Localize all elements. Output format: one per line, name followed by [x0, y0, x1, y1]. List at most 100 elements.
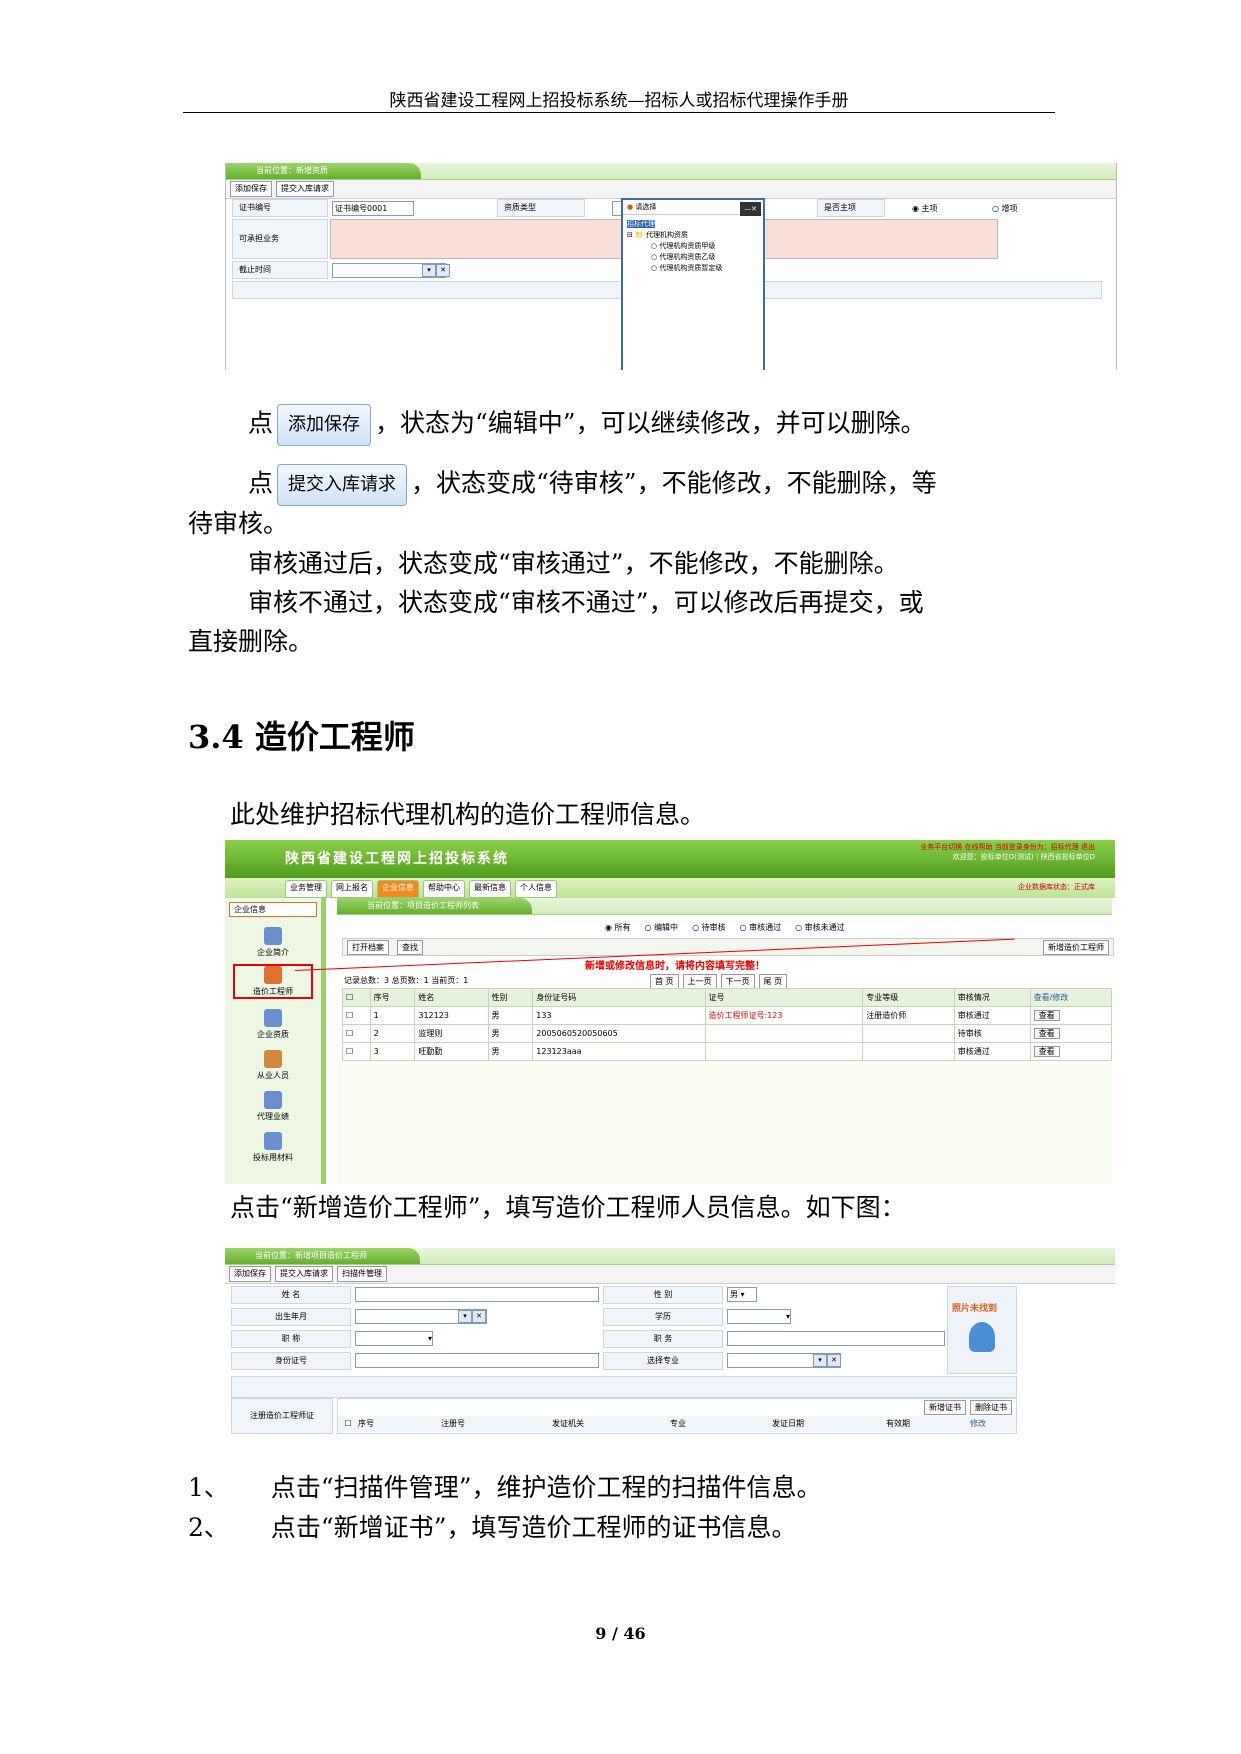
- view-button[interactable]: 查看: [1029, 1024, 1113, 1043]
- radio-main[interactable]: ◉ 主项: [912, 203, 938, 214]
- tree-item[interactable]: ○ 代理机构资质暂定级: [627, 263, 759, 274]
- education-select[interactable]: ▾: [727, 1309, 791, 1324]
- user-avatar-icon: [969, 1322, 995, 1352]
- cert-header: ☐ 序号 注册号 发证机关 专业 发证日期 有效期 修改: [338, 1416, 1016, 1432]
- view-button[interactable]: 查看: [1029, 1006, 1113, 1025]
- main-nav: 业务管理 网上报名 企业信息 帮助中心 最新信息 个人信息 企业数据库状态：正式…: [225, 878, 1115, 898]
- form-spacer-row: [231, 1376, 1017, 1398]
- next-page-button[interactable]: 下一页: [720, 974, 755, 989]
- screenshot-engineer-list: 陕西省建设工程网上招投标系统 业务平台切换 在线帮助 当前登录身份为：招标代理 …: [225, 840, 1115, 1184]
- id-input[interactable]: [355, 1353, 599, 1368]
- app-banner: 陕西省建设工程网上招投标系统 业务平台切换 在线帮助 当前登录身份为：招标代理 …: [225, 840, 1115, 878]
- filter-editing[interactable]: ○ 编辑中: [645, 922, 679, 933]
- new-cert-button[interactable]: 新增证书: [924, 1400, 966, 1415]
- add-save-button[interactable]: 添加保存: [230, 181, 272, 197]
- col-header: 查看/修改: [1029, 988, 1113, 1007]
- performance-icon: [264, 1091, 282, 1109]
- materials-icon: [264, 1132, 282, 1150]
- tab-business[interactable]: 业务管理: [285, 880, 327, 898]
- submit-request-button[interactable]: 提交入库请求: [275, 1266, 333, 1282]
- filter-pending[interactable]: ○ 待审核: [692, 922, 726, 933]
- label-expire: 截止时间: [232, 261, 328, 279]
- col-header: 姓名: [414, 988, 489, 1007]
- sidebar-item-materials[interactable]: 投标用材料: [225, 1132, 321, 1163]
- new-engineer-button[interactable]: 新增造价工程师: [1043, 940, 1109, 955]
- sidebar-item-profile[interactable]: 企业简介: [225, 927, 321, 958]
- tree-item[interactable]: 招标代理: [627, 219, 759, 230]
- submit-request-button[interactable]: 提交入库请求: [276, 181, 334, 197]
- col-header: 修改: [970, 1419, 986, 1428]
- label-cert-no: 证书编号: [232, 199, 328, 217]
- title-select[interactable]: ▾: [355, 1331, 433, 1346]
- filter-approved[interactable]: ○ 审核通过: [740, 922, 782, 933]
- label-gender: 性 别: [603, 1286, 723, 1304]
- popup-title-bar: ● 请选择 —✕: [623, 200, 763, 216]
- qual-type-popup[interactable]: ● 请选择 —✕ 招标代理 ⊟ 📁 代理机构资质 ○ 代理机构资质甲级 ○ 代理机…: [621, 198, 765, 370]
- search-button[interactable]: 查找: [397, 940, 423, 955]
- delete-cert-button[interactable]: 删除证书: [970, 1400, 1012, 1415]
- crumb-bar: 当前位置：新增资质: [226, 163, 1116, 180]
- cell: 133: [532, 1006, 706, 1025]
- major-clear-icon[interactable]: ✕: [827, 1354, 841, 1367]
- tab-news[interactable]: 最新信息: [469, 880, 511, 898]
- filter-rejected[interactable]: ○ 审核未通过: [795, 922, 845, 933]
- sidebar-item-staff[interactable]: 从业人员: [225, 1050, 321, 1081]
- tree-item[interactable]: ○ 代理机构资质甲级: [627, 241, 759, 252]
- label-education: 学历: [603, 1308, 723, 1326]
- birth-clear-icon[interactable]: ✕: [472, 1310, 486, 1323]
- tree-item[interactable]: ⊟ 📁 代理机构资质: [627, 230, 759, 241]
- page-header: 陕西省建设工程网上招投标系统—招标人或招标代理操作手册: [389, 91, 849, 111]
- col-header: 发证日期: [772, 1419, 804, 1428]
- photo-box[interactable]: 照片未找到: [947, 1286, 1017, 1374]
- popup-close-icon[interactable]: —✕: [740, 202, 761, 216]
- cell: 2: [369, 1024, 416, 1043]
- tree-item[interactable]: ○ 代理机构资质乙级: [627, 252, 759, 263]
- sidebar-item-qualification[interactable]: 企业资质: [225, 1009, 321, 1040]
- filter-all[interactable]: ◉ 所有: [605, 922, 631, 933]
- last-page-button[interactable]: 尾 页: [758, 974, 788, 989]
- tab-signup[interactable]: 网上报名: [331, 880, 373, 898]
- breadcrumb: 当前位置：新增资质: [226, 163, 421, 179]
- tab-personal[interactable]: 个人信息: [515, 880, 557, 898]
- cert-no-input[interactable]: 证书编号0001: [332, 201, 414, 216]
- table-row: ☐ 2 监理则 男 2005060520050605 待审核 查看: [342, 1024, 1113, 1043]
- cert-check[interactable]: ☐: [338, 1416, 358, 1432]
- col-check[interactable]: ☐: [342, 988, 371, 1007]
- birth-dropdown-icon[interactable]: ▾: [458, 1310, 472, 1323]
- date-clear-icon[interactable]: ✕: [436, 264, 450, 277]
- engineer-table: ☐ 序号 姓名 性别 身份证号码 证号 专业等级 审核情况 查看/修改 ☐ 1 …: [342, 988, 1113, 1061]
- paragraph-4-cont: 直接删除。: [188, 627, 314, 656]
- open-archive-button[interactable]: 打开档案: [347, 940, 389, 955]
- tab-company-info[interactable]: 企业信息: [377, 880, 419, 898]
- cell: [704, 1042, 864, 1061]
- list-toolbar: 打开档案 查找 新增造价工程师: [342, 938, 1114, 956]
- col-header: 身份证号码: [532, 988, 706, 1007]
- view-button[interactable]: 查看: [1029, 1042, 1113, 1061]
- radio-sub[interactable]: ○ 增项: [992, 203, 1018, 214]
- record-summary: 记录总数：3 总页数：1 当前页：1: [344, 976, 469, 985]
- cell: 312123: [414, 1006, 489, 1025]
- col-header: 注册号: [441, 1419, 465, 1428]
- screenshot-qualification-form: 当前位置：新增资质 添加保存 提交入库请求 证书编号 证书编号0001 资质类型…: [225, 163, 1117, 370]
- label-name: 姓 名: [231, 1286, 351, 1304]
- date-dropdown-icon[interactable]: ▾: [422, 264, 436, 277]
- paragraph-1: 点添加保存 ，状态为“编辑中”，可以继续修改，并可以删除。: [248, 404, 926, 446]
- major-dropdown-icon[interactable]: ▾: [813, 1354, 827, 1367]
- row-check[interactable]: ☐: [342, 1042, 371, 1061]
- scan-manage-button[interactable]: 扫描件管理: [337, 1266, 387, 1282]
- tab-help[interactable]: 帮助中心: [423, 880, 465, 898]
- top-links[interactable]: 业务平台切换 在线帮助 当前登录身份为：招标代理 退出: [920, 842, 1095, 852]
- row-check[interactable]: ☐: [342, 1006, 371, 1025]
- gender-select[interactable]: 男 ▾: [727, 1287, 757, 1302]
- col-header: 有效期: [886, 1419, 910, 1428]
- cell: 男: [487, 1042, 534, 1061]
- name-input[interactable]: [355, 1287, 599, 1302]
- prev-page-button[interactable]: 上一页: [682, 974, 717, 989]
- row-check[interactable]: ☐: [342, 1024, 371, 1043]
- position-input[interactable]: [727, 1331, 945, 1346]
- sidebar-item-performance[interactable]: 代理业绩: [225, 1091, 321, 1122]
- first-page-button[interactable]: 首 页: [650, 974, 679, 989]
- col-header: 序号: [358, 1419, 374, 1428]
- add-save-button[interactable]: 添加保存: [229, 1266, 271, 1282]
- status-filters: ◉ 所有 ○ 编辑中 ○ 待审核 ○ 审核通过 ○ 审核未通过: [605, 922, 845, 933]
